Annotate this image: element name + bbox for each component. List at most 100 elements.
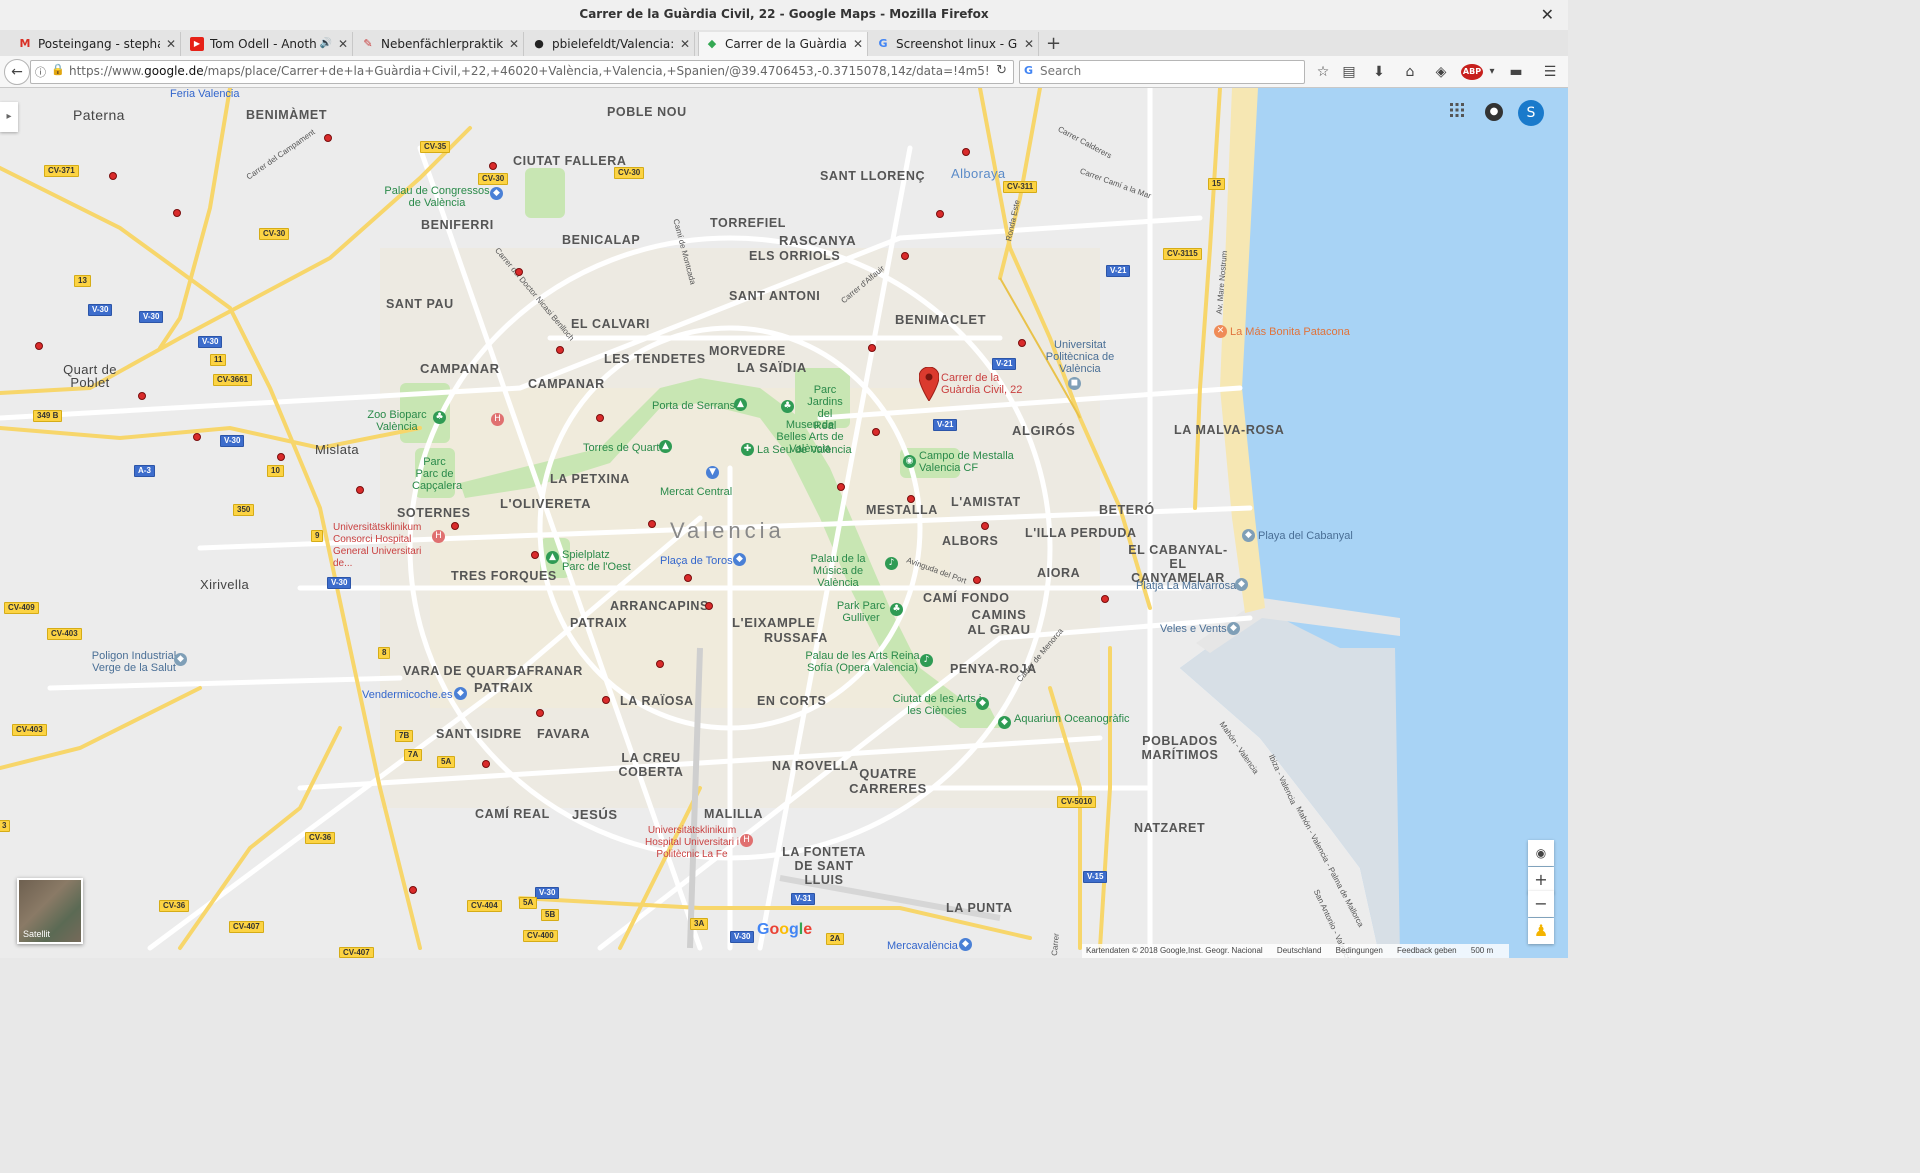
church-icon[interactable]: ✚ — [741, 443, 754, 456]
hospital-icon[interactable]: H — [432, 530, 445, 543]
tab-google-maps[interactable]: ◆ Carrer de la Guàrdia C... ✕ — [698, 32, 868, 56]
info-icon[interactable]: ⓘ — [35, 64, 46, 80]
sidebar-toggle-button[interactable]: ▸ — [0, 102, 18, 132]
landmark-icon[interactable]: ◆ — [1227, 622, 1240, 635]
transit-stop-icon[interactable] — [1101, 595, 1109, 603]
poi-label[interactable]: La Seu de València — [757, 444, 852, 456]
back-button[interactable]: ← — [4, 59, 30, 85]
search-input[interactable] — [1038, 63, 1302, 79]
playground-icon[interactable]: ▲ — [546, 551, 559, 564]
poi-label[interactable]: Feria Valencia — [170, 88, 240, 100]
restaurant-icon[interactable]: ✕ — [1214, 325, 1227, 338]
hamburger-menu-icon[interactable]: ☰ — [1540, 62, 1560, 82]
transit-stop-icon[interactable] — [451, 522, 459, 530]
scale-label[interactable]: 500 m — [1471, 946, 1493, 955]
poi-label[interactable]: Palau de les Arts Reina Sofía (Opera Val… — [805, 650, 920, 674]
poi-label[interactable]: Universitätsklinikum Consorci Hospital G… — [333, 522, 433, 570]
beach-icon[interactable]: ◆ — [1242, 529, 1255, 542]
museum-icon[interactable]: ◆ — [976, 697, 989, 710]
transit-stop-icon[interactable] — [907, 495, 915, 503]
transit-stop-icon[interactable] — [193, 433, 201, 441]
transit-stop-icon[interactable] — [556, 346, 564, 354]
university-icon[interactable]: ◼ — [1068, 377, 1081, 390]
close-tab-icon[interactable]: ✕ — [166, 32, 176, 56]
chevron-down-icon[interactable]: ▾ — [1482, 62, 1502, 82]
transit-stop-icon[interactable] — [936, 210, 944, 218]
notification-bell-icon[interactable]: ● — [1485, 103, 1503, 121]
music-icon[interactable]: ♪ — [885, 557, 898, 570]
transit-stop-icon[interactable] — [648, 520, 656, 528]
transit-stop-icon[interactable] — [324, 134, 332, 142]
avatar[interactable]: S — [1518, 100, 1544, 126]
close-tab-icon[interactable]: ✕ — [509, 32, 519, 56]
transit-stop-icon[interactable] — [173, 209, 181, 217]
transit-stop-icon[interactable] — [531, 551, 539, 559]
country-link[interactable]: Deutschland — [1277, 946, 1321, 955]
shop-icon[interactable]: ◆ — [959, 938, 972, 951]
opera-icon[interactable]: ♪ — [920, 654, 933, 667]
poi-label[interactable]: Playa del Cabanyal — [1258, 530, 1353, 542]
transit-stop-icon[interactable] — [536, 709, 544, 717]
transit-stop-icon[interactable] — [109, 172, 117, 180]
poi-label[interactable]: Universitätsklinikum Hospital Universita… — [642, 825, 742, 861]
transit-stop-icon[interactable] — [277, 453, 285, 461]
aquarium-icon[interactable]: ◆ — [998, 716, 1011, 729]
adblock-icon[interactable]: ABP — [1461, 64, 1483, 80]
map-canvas[interactable]: Paterna BENIMÀMET POBLE NOU CIUTAT FALLE… — [0, 88, 1568, 958]
url-text[interactable]: https://www.google.de/maps/place/Carrer+… — [69, 64, 989, 78]
close-tab-icon[interactable]: ✕ — [1024, 32, 1034, 56]
poi-label[interactable]: Plaça de Toros — [660, 555, 733, 567]
search-bar[interactable]: G — [1019, 60, 1305, 84]
beach-icon[interactable]: ◆ — [1235, 578, 1248, 591]
transit-stop-icon[interactable] — [1018, 339, 1026, 347]
poi-label[interactable]: Mercat Central — [660, 486, 732, 498]
close-tab-icon[interactable]: ✕ — [338, 32, 348, 56]
transit-stop-icon[interactable] — [901, 252, 909, 260]
transit-stop-icon[interactable] — [868, 344, 876, 352]
poi-label[interactable]: Palau de la Música de València — [793, 553, 883, 589]
industrial-icon[interactable]: ◆ — [174, 653, 187, 666]
transit-stop-icon[interactable] — [35, 342, 43, 350]
hospital-icon[interactable]: H — [491, 413, 504, 426]
landmark-icon[interactable]: ◆ — [733, 553, 746, 566]
shopping-icon[interactable]: ▼ — [706, 466, 719, 479]
poi-label[interactable]: Vendermicoche.es — [362, 689, 453, 701]
transit-stop-icon[interactable] — [962, 148, 970, 156]
poi-label[interactable]: Veles e Vents — [1160, 623, 1227, 635]
poi-label[interactable]: Platja La Malvarrosa — [1136, 580, 1236, 592]
monument-icon[interactable]: ▲ — [734, 398, 747, 411]
audio-icon[interactable]: 🔊 — [320, 32, 332, 56]
terms-link[interactable]: Bedingungen — [1336, 946, 1383, 955]
close-tab-icon[interactable]: ✕ — [853, 32, 863, 56]
transit-stop-icon[interactable] — [981, 522, 989, 530]
tab-gmail[interactable]: M Posteingang - stepha... ✕ — [12, 32, 181, 56]
transit-stop-icon[interactable] — [356, 486, 364, 494]
pegman-icon[interactable]: ♟ — [1528, 918, 1554, 944]
poi-label[interactable]: Mercavalència — [887, 940, 958, 952]
transit-stop-icon[interactable] — [138, 392, 146, 400]
tab-github[interactable]: ● pbielefeldt/Valencia: ... ✕ — [526, 32, 695, 56]
my-location-button[interactable]: ◉ — [1528, 840, 1554, 866]
feedback-link[interactable]: Feedback geben — [1397, 946, 1457, 955]
apps-grid-icon[interactable] — [1450, 103, 1468, 121]
poi-label[interactable]: La Más Bonita Patacona — [1230, 326, 1350, 338]
shop-icon[interactable]: ◆ — [454, 687, 467, 700]
tab-google-search[interactable]: G Screenshot linux - Go... ✕ — [870, 32, 1039, 56]
poi-label[interactable]: Ciutat de les Arts i les Ciències — [892, 693, 982, 717]
transit-stop-icon[interactable] — [409, 886, 417, 894]
transit-stop-icon[interactable] — [872, 428, 880, 436]
pocket-icon[interactable]: ◈ — [1431, 62, 1451, 82]
tab-youtube[interactable]: ▶ Tom Odell - Anoth... 🔊 ✕ — [184, 32, 353, 56]
poi-label[interactable]: Parc Parc de Capçalera — [412, 456, 462, 492]
poi-label[interactable]: Porta de Serrans — [652, 400, 735, 412]
reload-icon[interactable]: ↻ — [996, 63, 1007, 78]
selected-place-label[interactable]: Carrer de la Guàrdia Civil, 22 — [941, 372, 1022, 396]
park-icon[interactable]: ♣ — [890, 603, 903, 616]
url-bar[interactable]: ⓘ 🔒 https://www.google.de/maps/place/Car… — [30, 60, 1014, 84]
window-close-icon[interactable]: ✕ — [1541, 5, 1554, 24]
transit-stop-icon[interactable] — [684, 574, 692, 582]
satellite-layer-toggle[interactable]: Satellit — [17, 878, 83, 944]
zoom-out-button[interactable]: − — [1528, 891, 1554, 917]
poi-label[interactable]: Campo de Mestalla Valencia CF — [919, 450, 1019, 474]
poi-label[interactable]: Poligon Industrial Verge de la Salut — [84, 650, 184, 674]
